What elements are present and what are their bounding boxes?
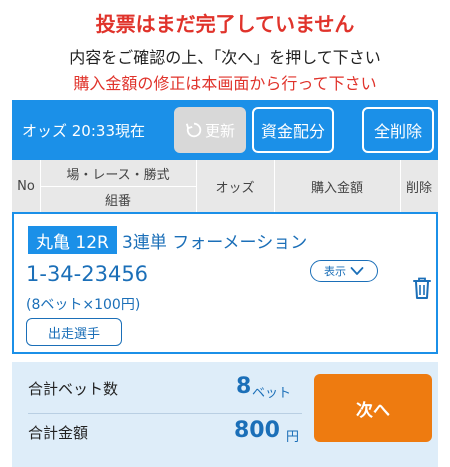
- runners-button[interactable]: 出走選手: [26, 318, 122, 346]
- clear-all-button[interactable]: 全削除: [362, 107, 434, 153]
- runners-label: 出走選手: [47, 326, 100, 342]
- summary-panel: 合計ベット数 8 ベット 合計金額 800 円 次へ: [12, 362, 438, 467]
- header-delete: 削除: [405, 180, 432, 196]
- not-complete-warning: 投票はまだ完了していません: [95, 12, 355, 36]
- header-odds: オッズ: [215, 180, 255, 196]
- bet-count-unit: ベット: [252, 386, 292, 401]
- refresh-icon: [185, 122, 202, 138]
- bet-detail: (8ベット×100円): [26, 297, 141, 313]
- allocate-funds-button[interactable]: 資金配分: [252, 107, 334, 153]
- venue-race-badge: 丸亀 12R: [28, 226, 117, 254]
- bet-type: 3連単 フォーメーション: [122, 233, 308, 253]
- bet-count-label: 合計ベット数: [28, 380, 119, 398]
- bet-combination: 1-34-23456: [26, 262, 149, 286]
- header-venue-race-type: 場・レース・勝式: [66, 167, 170, 183]
- modify-note: 購入金額の修正は本画面から行って下さい: [73, 74, 377, 93]
- confirm-instruction: 内容をご確認の上、「次へ」を押して下さい: [69, 48, 381, 67]
- total-amount-unit: 円: [286, 430, 300, 445]
- refresh-button[interactable]: 更新: [174, 107, 246, 153]
- clear-all-label: 全削除: [373, 122, 422, 141]
- bet-count-value: 8: [236, 374, 252, 399]
- chevron-down-icon: [350, 267, 364, 275]
- bet-item-card: 丸亀 12R 3連単 フォーメーション 1-34-23456 (8ベット×100…: [12, 212, 438, 354]
- header-amount: 購入金額: [310, 180, 363, 196]
- refresh-label: 更新: [204, 121, 235, 140]
- odds-toolbar: オッズ 20:33現在 更新 資金配分 全削除: [12, 100, 438, 160]
- header-combo: 組番: [104, 193, 131, 209]
- trash-icon[interactable]: [412, 276, 432, 300]
- odds-timestamp: オッズ 20:33現在: [22, 122, 145, 140]
- show-button[interactable]: 表示: [310, 260, 378, 282]
- total-amount-label: 合計金額: [28, 424, 89, 442]
- allocate-funds-label: 資金配分: [260, 122, 325, 141]
- header-no: No: [17, 178, 35, 194]
- next-label: 次へ: [356, 400, 390, 421]
- next-button[interactable]: 次へ: [314, 374, 432, 442]
- show-label: 表示: [324, 265, 346, 278]
- table-header: No 場・レース・勝式 組番 オッズ 購入金額 削除: [12, 160, 438, 212]
- total-amount-value: 800: [234, 418, 280, 443]
